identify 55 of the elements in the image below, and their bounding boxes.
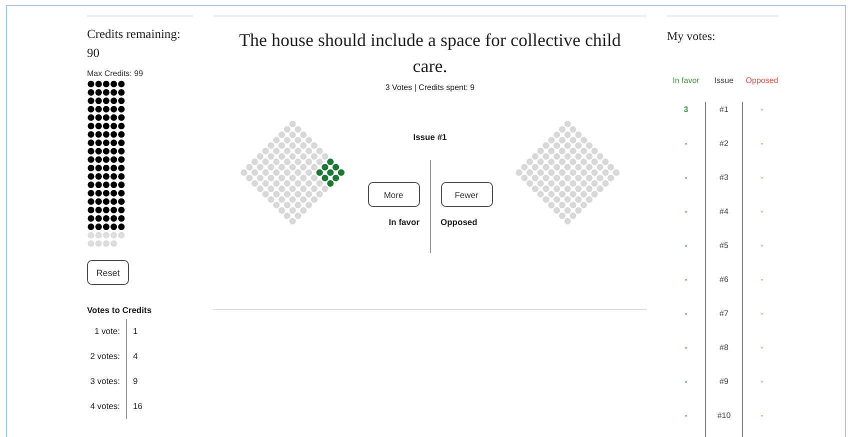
column-header: Opposed — [744, 76, 780, 87]
credits-value: 9 — [132, 375, 139, 388]
table-cell-text: - — [684, 240, 688, 252]
votes-label: 3 votes: — [87, 369, 127, 394]
column-header: Issue — [713, 76, 735, 87]
table-cell-text: - — [684, 138, 688, 150]
table-cell-text: #7 — [718, 308, 730, 320]
more-button[interactable]: More — [368, 182, 420, 207]
credits-value: 16 — [132, 400, 144, 413]
my-votes-title: My votes: — [667, 29, 716, 44]
votes-to-credits-title: Votes to Credits — [87, 305, 153, 315]
table-cell-text: - — [684, 206, 688, 218]
table-cell-text: 3 — [682, 104, 690, 116]
reset-button[interactable]: Reset — [87, 260, 129, 285]
credits-value: 1 — [132, 325, 139, 338]
table-cell-text: - — [760, 240, 764, 252]
table-cell-text: - — [684, 376, 688, 388]
table-cell-text: #5 — [718, 240, 730, 252]
empty-credit-dots — [88, 232, 125, 247]
table-cell-text: - — [760, 376, 764, 388]
table-cell-text: - — [684, 342, 688, 354]
table-cell-text: #4 — [718, 206, 730, 218]
table-cell-text: #6 — [718, 274, 730, 286]
table-cell-text: #10 — [716, 410, 732, 422]
max-credits-label: Max Credits: 99 — [87, 69, 144, 78]
credits-title: Credits remaining: — [87, 26, 182, 43]
vote-summary: 3 Votes | Credits spent: 9 — [384, 83, 476, 92]
votes-label: 2 votes: — [87, 344, 127, 369]
table-cell-text: #8 — [718, 342, 730, 354]
side-label: Opposed — [440, 217, 478, 227]
table-cell-text: #3 — [718, 172, 730, 184]
table-cell-text: #2 — [718, 138, 730, 150]
table-cell-text: #9 — [718, 376, 730, 388]
credits-value: 4 — [132, 350, 139, 363]
table-cell-text: - — [684, 308, 688, 320]
table-cell-text: - — [684, 410, 688, 422]
table-cell-text: - — [760, 342, 764, 354]
table-cell-text: - — [760, 138, 764, 150]
table-cell-text: - — [760, 308, 764, 320]
table-cell-text: - — [760, 104, 764, 116]
table-cell-text: - — [684, 274, 688, 286]
table-cell-text: - — [760, 410, 764, 422]
fewer-button[interactable]: Fewer — [440, 182, 492, 207]
table-cell-text: #1 — [718, 104, 730, 116]
table-cell-text: - — [760, 206, 764, 218]
issue-label: Issue #1 — [413, 132, 447, 142]
table-cell-text: - — [684, 172, 688, 184]
issue-question: The house should include a space for collective child care. — [238, 29, 622, 78]
column-header: In favor — [672, 76, 700, 87]
side-label: In favor — [388, 217, 420, 227]
votes-label: 4 votes: — [87, 394, 127, 419]
table-cell-text: - — [760, 274, 764, 286]
table-cell-text: - — [760, 172, 764, 184]
votes-label: 1 vote: — [87, 319, 127, 344]
credits-remaining: 90 — [87, 45, 100, 62]
